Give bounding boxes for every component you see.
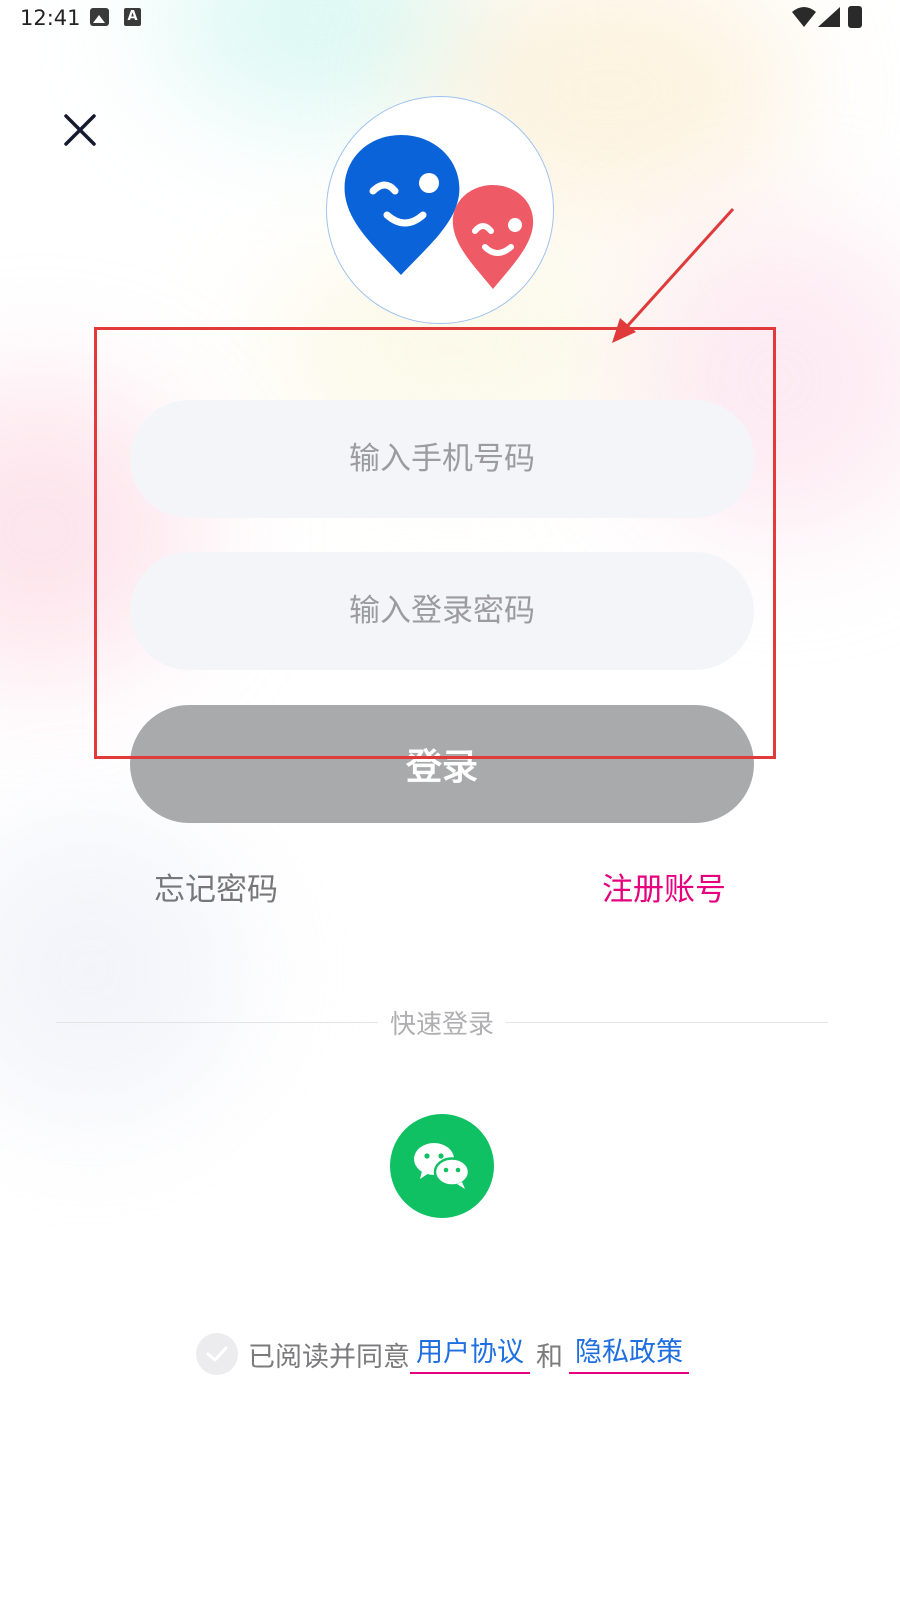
status-bar: 12:41 A — [0, 0, 900, 36]
check-icon — [206, 1346, 228, 1362]
app-logo — [326, 96, 554, 324]
a-icon: A — [124, 8, 141, 26]
register-link[interactable]: 注册账号 — [602, 864, 726, 909]
app-logo-graphic — [344, 135, 534, 289]
battery-icon — [848, 6, 862, 28]
agreement-and: 和 — [536, 1341, 563, 1373]
signal-icon — [818, 7, 840, 27]
forgot-password-link[interactable]: 忘记密码 — [154, 864, 278, 909]
close-icon[interactable] — [60, 110, 100, 150]
agreement-checkbox[interactable] — [196, 1333, 238, 1375]
agreement-prefix: 已阅读并同意 — [248, 1341, 410, 1373]
wechat-icon — [414, 1143, 471, 1189]
password-input[interactable] — [130, 552, 754, 670]
phone-input[interactable] — [130, 400, 754, 518]
status-time: 12:41 — [20, 6, 81, 30]
divider-right — [506, 1022, 828, 1023]
login-button[interactable]: 登录 — [130, 705, 754, 823]
privacy-policy-link[interactable]: 隐私政策 — [569, 1334, 689, 1374]
user-agreement-link[interactable]: 用户协议 — [410, 1334, 530, 1374]
image-icon — [90, 8, 109, 26]
divider-left — [56, 1022, 378, 1023]
wechat-login-button[interactable] — [390, 1114, 494, 1218]
close-button[interactable] — [60, 110, 100, 150]
quick-login-label: 快速登录 — [389, 1010, 494, 1040]
agreement-row: 已阅读并同意 用户协议 和 隐私政策 — [196, 1332, 689, 1376]
wifi-icon — [792, 7, 816, 27]
annotation-arrow — [612, 207, 735, 343]
